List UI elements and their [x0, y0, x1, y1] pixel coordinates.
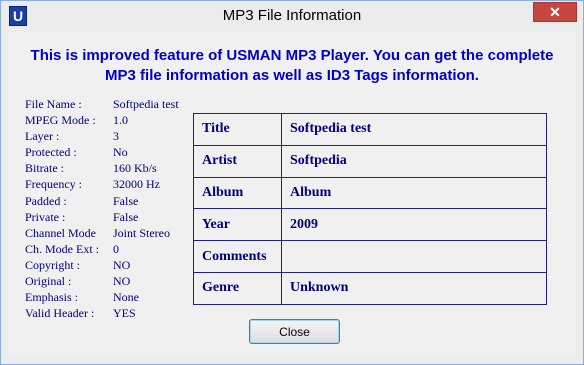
info-row-private: Private : False — [25, 209, 195, 225]
tag-value — [281, 240, 547, 273]
info-row-layer: Layer : 3 — [25, 128, 195, 144]
info-value: False — [113, 209, 139, 224]
table-row: Artist Softpedia — [193, 144, 547, 178]
info-value: 1.0 — [113, 113, 128, 128]
info-row-bitrate: Bitrate : 160 Kb/s — [25, 160, 195, 176]
info-row-channel-mode: Channel Mode Joint Stereo — [25, 225, 195, 241]
info-label: Bitrate : — [25, 161, 64, 176]
table-row: Title Softpedia test — [193, 113, 547, 146]
info-label: Padded : — [25, 193, 67, 208]
info-label: Valid Header : — [25, 306, 95, 321]
table-row: Comments — [193, 240, 547, 273]
info-label: File Name : — [25, 97, 82, 111]
info-row-file-name: File Name : Softpedia test — [25, 96, 195, 112]
feature-description: This is improved feature of USMAN MP3 Pl… — [8, 46, 576, 86]
info-row-padded: Padded : False — [25, 193, 195, 209]
table-row: Album Album — [193, 176, 547, 210]
tag-key: Album — [193, 176, 282, 210]
tag-value: Softpedia test — [281, 113, 547, 146]
info-value: YES — [113, 306, 136, 321]
info-row-ch-mode-ext: Ch. Mode Ext : 0 — [25, 241, 195, 257]
info-row-emphasis: Emphasis : None — [25, 289, 195, 305]
feature-description-line-1: This is improved feature of USMAN MP3 Pl… — [30, 47, 554, 64]
info-row-valid-header: Valid Header : YES — [25, 305, 195, 321]
mp3-file-info-list: File Name : Softpedia test MPEG Mode : 1… — [25, 96, 195, 321]
title-bar: U MP3 File Information ✕ — [1, 1, 583, 32]
info-label: Frequency : — [25, 177, 82, 192]
info-value: 160 Kb/s — [113, 161, 157, 176]
info-row-frequency: Frequency : 32000 Hz — [25, 176, 195, 192]
window-close-button[interactable]: ✕ — [533, 2, 577, 22]
id3-tag-table: Title Softpedia test Artist Softpedia Al… — [193, 113, 547, 305]
tag-key: Artist — [193, 144, 282, 178]
info-row-original: Original : NO — [25, 273, 195, 289]
info-value: False — [113, 193, 139, 208]
mp3-info-window: U MP3 File Information ✕ This is improve… — [0, 0, 584, 365]
info-value: 3 — [113, 129, 119, 144]
info-value: No — [113, 145, 128, 160]
tag-value: Softpedia — [281, 144, 547, 178]
info-value: None — [113, 290, 139, 305]
tag-key: Title — [193, 113, 282, 146]
tag-key: Comments — [193, 240, 282, 273]
info-label: Original : — [25, 274, 72, 289]
info-label: Emphasis : — [25, 290, 78, 305]
info-row-copyright: Copyright : NO — [25, 257, 195, 273]
tag-value: Album — [281, 176, 547, 210]
info-row-protected: Protected : No — [25, 144, 195, 160]
info-value: NO — [113, 274, 131, 289]
info-label: Copyright : — [25, 257, 81, 272]
table-row: Genre Unknown — [193, 271, 547, 305]
info-value: 0 — [113, 241, 119, 256]
tag-value: Unknown — [281, 271, 547, 305]
tag-key: Genre — [193, 271, 282, 305]
info-label: MPEG Mode : — [25, 113, 96, 128]
info-label: Channel Mode — [25, 225, 96, 240]
info-value: 32000 Hz — [113, 177, 160, 192]
tag-key: Year — [193, 208, 282, 242]
info-value: NO — [113, 257, 131, 272]
info-value: Joint Stereo — [113, 225, 170, 240]
info-label: Layer : — [25, 129, 60, 144]
tag-value: 2009 — [281, 208, 547, 242]
info-label: Private : — [25, 209, 66, 224]
close-button[interactable]: Close — [249, 319, 340, 344]
info-label: Ch. Mode Ext : — [25, 241, 99, 256]
table-row: Year 2009 — [193, 208, 547, 242]
info-label: Protected : — [25, 145, 77, 160]
dialog-body: This is improved feature of USMAN MP3 Pl… — [8, 32, 576, 358]
feature-description-line-2: MP3 file information as well as ID3 Tags… — [105, 67, 479, 84]
window-title: MP3 File Information — [222, 7, 362, 24]
info-row-mpeg-mode: MPEG Mode : 1.0 — [25, 112, 195, 128]
info-value: Softpedia test — [113, 97, 179, 111]
